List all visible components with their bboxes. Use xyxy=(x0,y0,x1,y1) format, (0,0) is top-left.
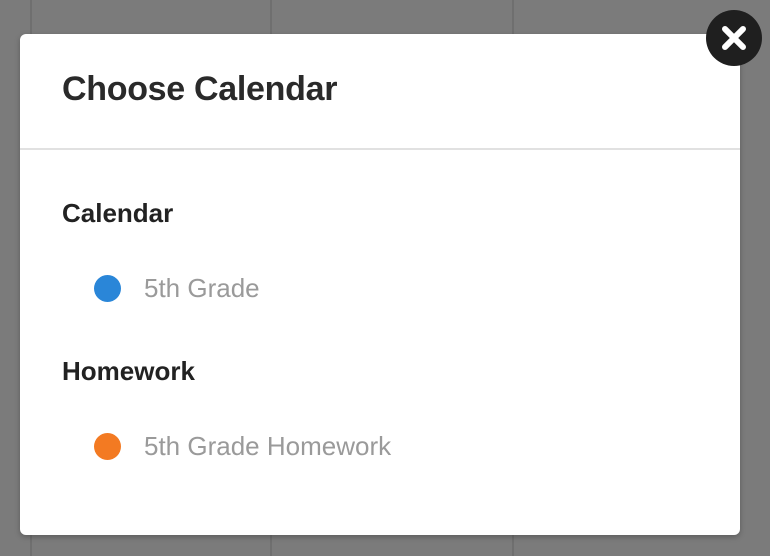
close-icon xyxy=(721,25,747,51)
calendar-option-label: 5th Grade xyxy=(144,272,260,303)
calendar-color-dot xyxy=(94,274,121,302)
dialog-title: Choose Calendar xyxy=(62,70,338,108)
choose-calendar-dialog: Choose Calendar Calendar 5th Grade Homew… xyxy=(20,34,740,535)
dialog-header: Choose Calendar xyxy=(20,34,740,150)
calendar-color-dot xyxy=(94,432,121,460)
calendar-option-5th-grade[interactable]: 5th Grade xyxy=(94,271,260,305)
calendar-option-label: 5th Grade Homework xyxy=(144,430,392,461)
section-heading-homework: Homework xyxy=(62,356,195,386)
close-button[interactable] xyxy=(706,10,762,66)
section-heading-calendar: Calendar xyxy=(62,198,174,228)
calendar-option-5th-grade-homework[interactable]: 5th Grade Homework xyxy=(94,429,391,463)
